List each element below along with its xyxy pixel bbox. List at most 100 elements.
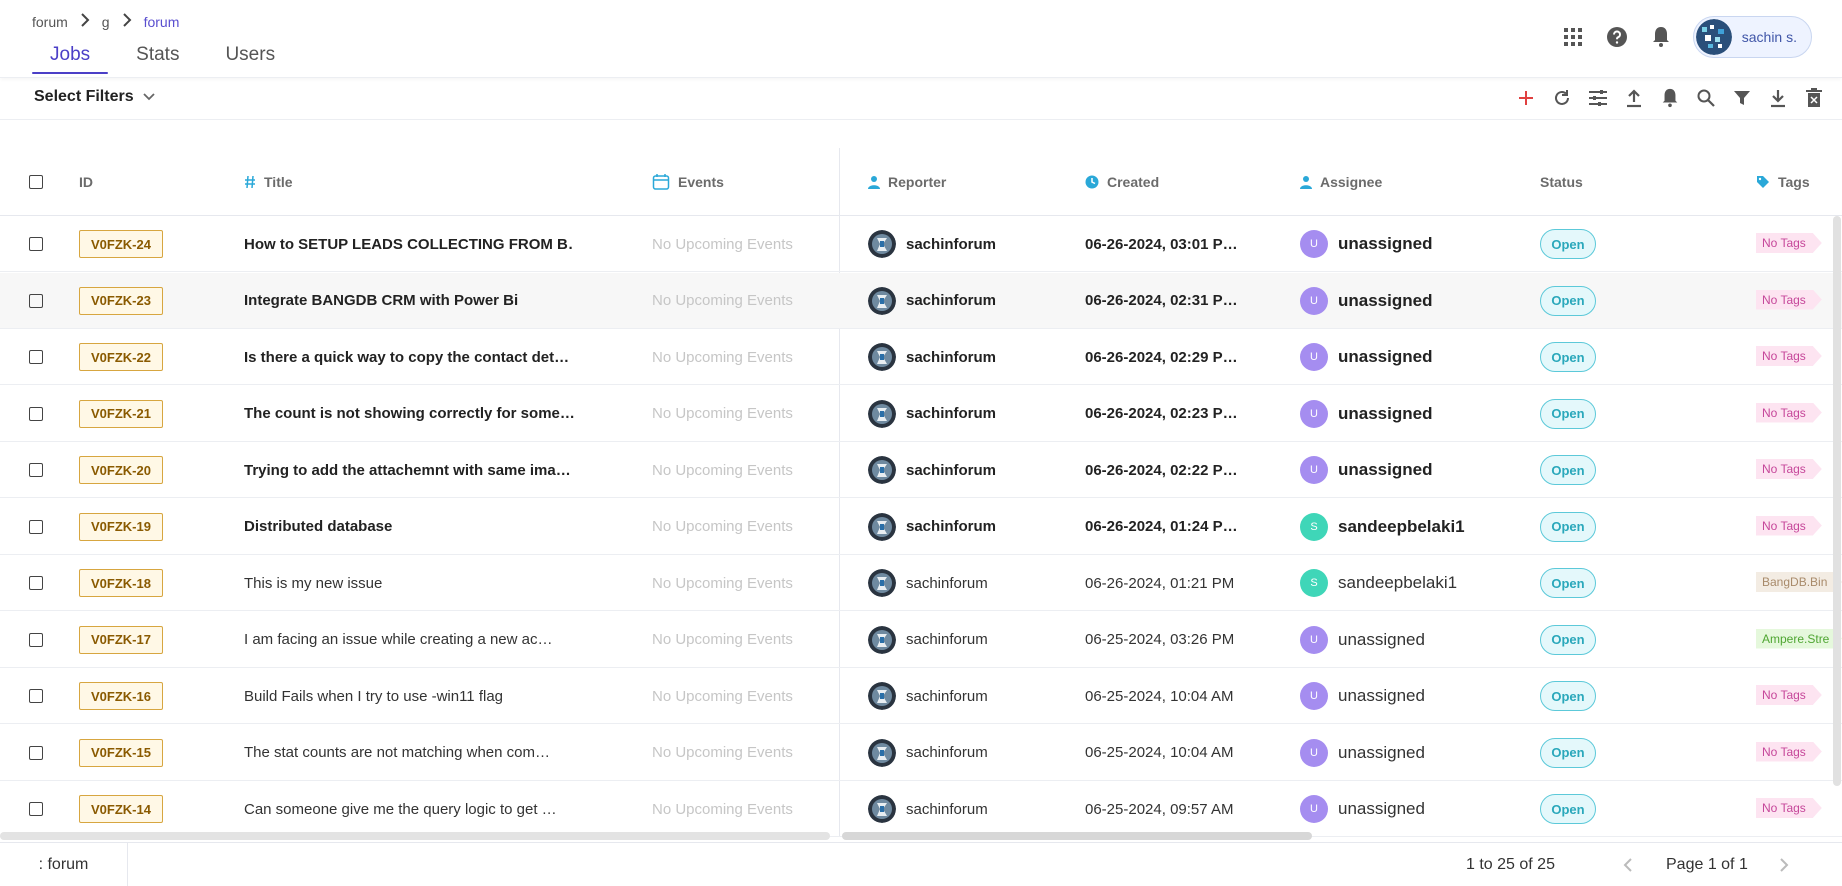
download-icon[interactable] <box>1766 86 1790 110</box>
horizontal-scrollbar-left[interactable] <box>0 832 830 840</box>
horizontal-scrollbar-right[interactable] <box>842 832 1312 840</box>
tag-chip[interactable]: No Tags <box>1756 798 1822 818</box>
column-header-events[interactable]: Events <box>652 148 724 216</box>
job-id-badge[interactable]: V0FZK-20 <box>79 456 163 484</box>
table-row[interactable]: V0FZK-18 This is my new issue No Upcoming … <box>0 555 1842 611</box>
column-header-title[interactable]: Title <box>244 148 293 216</box>
row-checkbox[interactable] <box>29 632 43 647</box>
table-row[interactable]: V0FZK-20 Trying to add the attachemnt wit… <box>0 442 1842 498</box>
column-header-reporter[interactable]: Reporter <box>868 148 946 216</box>
column-header-id[interactable]: ID <box>79 148 93 216</box>
column-header-tags[interactable]: Tags <box>1756 148 1810 216</box>
job-id-badge[interactable]: V0FZK-15 <box>79 738 163 767</box>
status-badge[interactable]: Open <box>1540 681 1596 711</box>
assignee[interactable]: Uunassigned <box>1300 725 1425 781</box>
job-id-badge[interactable]: V0FZK-23 <box>79 286 163 315</box>
assignee[interactable]: Uunassigned <box>1300 216 1432 272</box>
job-id-badge[interactable]: V0FZK-17 <box>79 625 163 654</box>
status-badge[interactable]: Open <box>1540 568 1596 598</box>
assignee[interactable]: Uunassigned <box>1300 668 1425 724</box>
row-checkbox[interactable] <box>29 689 43 703</box>
tag-chip[interactable]: No Tags <box>1756 685 1822 705</box>
row-checkbox[interactable] <box>29 406 43 421</box>
table-row[interactable]: V0FZK-19 Distributed database No Upcoming … <box>0 499 1842 555</box>
tab-users[interactable]: Users <box>207 44 293 74</box>
job-title[interactable]: Integrate BANGDB CRM with Power Bi <box>244 273 574 329</box>
status-badge[interactable]: Open <box>1540 794 1596 824</box>
table-row[interactable]: V0FZK-17 I am facing an issue while creat… <box>0 612 1842 668</box>
job-title[interactable]: The count is not showing correctly for s… <box>244 386 574 442</box>
table-row[interactable]: V0FZK-16 Build Fails when I try to use -w… <box>0 668 1842 724</box>
job-title[interactable]: This is my new issue <box>244 555 574 611</box>
job-title[interactable]: Build Fails when I try to use -win11 fla… <box>244 668 574 724</box>
assignee[interactable]: Uunassigned <box>1300 612 1425 668</box>
upload-icon[interactable] <box>1622 86 1646 110</box>
status-badge[interactable]: Open <box>1540 511 1596 542</box>
assignee[interactable]: Uunassigned <box>1300 329 1432 385</box>
job-title[interactable]: Can someone give me the query logic to g… <box>244 781 574 837</box>
table-row[interactable]: V0FZK-15 The stat counts are not matching… <box>0 725 1842 781</box>
assignee[interactable]: Ssandeepbelaki1 <box>1300 555 1457 611</box>
refresh-icon[interactable] <box>1550 86 1574 110</box>
job-title[interactable]: Is there a quick way to copy the contact… <box>244 329 574 385</box>
job-id-badge[interactable]: V0FZK-16 <box>79 682 163 710</box>
column-header-created[interactable]: Created <box>1085 148 1159 216</box>
job-id-badge[interactable]: V0FZK-19 <box>79 512 163 541</box>
tag-chip[interactable]: No Tags <box>1756 290 1822 310</box>
row-checkbox[interactable] <box>29 802 43 816</box>
tag-chip[interactable]: No Tags <box>1756 459 1822 479</box>
table-row[interactable]: V0FZK-23 Integrate BANGDB CRM with Power … <box>0 272 1842 329</box>
job-title[interactable]: The stat counts are not matching when co… <box>244 725 574 781</box>
user-menu[interactable]: sachin s. <box>1692 16 1812 58</box>
alert-bell-icon[interactable] <box>1658 86 1682 110</box>
tag-chip[interactable]: No Tags <box>1756 233 1822 253</box>
add-icon[interactable] <box>1514 86 1538 110</box>
breadcrumb-item[interactable]: forum <box>32 14 68 30</box>
status-badge[interactable]: Open <box>1540 455 1596 485</box>
tag-chip[interactable]: No Tags <box>1756 346 1822 366</box>
job-title[interactable]: How to SETUP LEADS COLLECTING FROM B… <box>244 216 574 272</box>
column-header-assignee[interactable]: Assignee <box>1300 148 1382 216</box>
job-id-badge[interactable]: V0FZK-14 <box>79 795 163 823</box>
status-badge[interactable]: Open <box>1540 285 1596 316</box>
table-row[interactable]: V0FZK-22 Is there a quick way to copy the… <box>0 329 1842 385</box>
search-icon[interactable] <box>1694 86 1718 110</box>
row-checkbox[interactable] <box>29 576 43 590</box>
status-badge[interactable]: Open <box>1540 737 1596 768</box>
status-badge[interactable]: Open <box>1540 624 1596 655</box>
tag-chip[interactable]: No Tags <box>1756 742 1822 762</box>
row-checkbox[interactable] <box>29 350 43 364</box>
job-id-badge[interactable]: V0FZK-22 <box>79 343 163 371</box>
select-all-checkbox[interactable] <box>29 175 43 189</box>
tab-stats[interactable]: Stats <box>118 44 197 74</box>
tag-chip[interactable]: No Tags <box>1756 403 1822 423</box>
row-checkbox[interactable] <box>29 237 43 251</box>
column-header-status[interactable]: Status <box>1540 148 1583 216</box>
notification-bell-icon[interactable] <box>1649 25 1673 49</box>
filter-icon[interactable] <box>1730 86 1754 110</box>
job-id-badge[interactable]: V0FZK-21 <box>79 399 163 428</box>
job-title[interactable]: Trying to add the attachemnt with same i… <box>244 442 574 498</box>
job-title[interactable]: Distributed database <box>244 499 574 555</box>
job-id-badge[interactable]: V0FZK-24 <box>79 230 163 258</box>
status-badge[interactable]: Open <box>1540 398 1596 429</box>
table-row[interactable]: V0FZK-14 Can someone give me the query lo… <box>0 781 1842 837</box>
status-badge[interactable]: Open <box>1540 229 1596 259</box>
tag-chip[interactable]: No Tags <box>1756 516 1822 536</box>
tab-jobs[interactable]: Jobs <box>32 44 109 74</box>
prev-page-icon[interactable] <box>1620 856 1636 874</box>
clear-filter-icon[interactable] <box>1802 86 1826 110</box>
assignee[interactable]: Uunassigned <box>1300 442 1432 498</box>
job-id-badge[interactable]: V0FZK-18 <box>79 569 163 597</box>
row-checkbox[interactable] <box>29 463 43 477</box>
help-icon[interactable] <box>1605 25 1629 49</box>
breadcrumb-item[interactable]: g <box>102 14 110 30</box>
row-checkbox[interactable] <box>29 519 43 534</box>
assignee[interactable]: Uunassigned <box>1300 386 1432 442</box>
tag-chip[interactable]: Ampere.Stre <box>1756 629 1842 649</box>
assignee[interactable]: Ssandeepbelaki1 <box>1300 499 1465 555</box>
table-row[interactable]: V0FZK-24 How to SETUP LEADS COLLECTING FR… <box>0 216 1842 272</box>
table-row[interactable]: V0FZK-21 The count is not showing correct… <box>0 386 1842 442</box>
status-badge[interactable]: Open <box>1540 342 1596 372</box>
assignee[interactable]: Uunassigned <box>1300 781 1425 837</box>
